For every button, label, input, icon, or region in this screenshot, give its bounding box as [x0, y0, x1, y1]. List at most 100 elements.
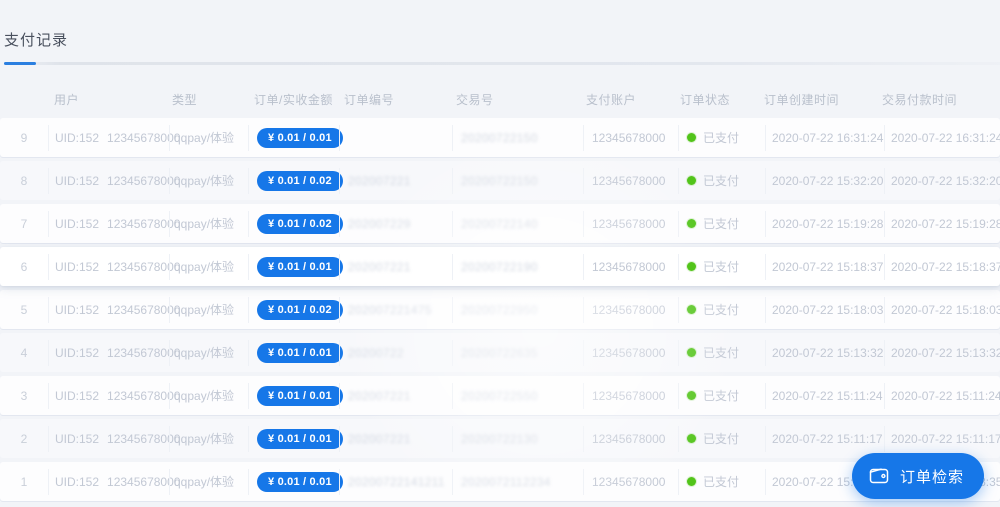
- cell-paid-at: 2020-07-22 15:18:03: [891, 302, 1000, 317]
- row-index: 5: [20, 302, 28, 317]
- table-row[interactable]: 5 UID:152 12345678000 qqpay/体验 ¥ 0.01 / 0.02…: [0, 290, 1000, 329]
- cell-user: UID:152 12345678000: [49, 346, 180, 360]
- table-row[interactable]: 8 UID:152 12345678000 qqpay/体验 ¥ 0.01 / 0.02…: [0, 161, 1000, 200]
- cell-type: qqpay/体验: [174, 432, 235, 446]
- cell-trade-no: 20200722635: [453, 346, 583, 360]
- status-dot: [687, 391, 696, 400]
- cell-amount: ¥ 0.01 / 0.01: [249, 471, 343, 492]
- amount-badge: ¥ 0.01 / 0.01: [257, 428, 343, 449]
- table-row[interactable]: 2 UID:152 12345678000 qqpay/体验 ¥ 0.01 / 0.01…: [0, 419, 1000, 458]
- cell-type: qqpay/体验: [174, 217, 235, 231]
- cell-type: qqpay/体验: [174, 260, 235, 274]
- trade-no-masked: 20200722140: [461, 216, 538, 231]
- cell-trade-no: 20200722950: [453, 303, 583, 317]
- cell-type: qqpay/体验: [174, 303, 235, 317]
- status-label: 已支付: [703, 475, 740, 489]
- column-header-created_at: 订单创建时间: [764, 92, 840, 107]
- cell-type: qqpay/体验: [174, 475, 235, 489]
- amount-badge: ¥ 0.01 / 0.01: [257, 127, 343, 148]
- table-row[interactable]: 3 UID:152 12345678000 qqpay/体验 ¥ 0.01 / 0.01…: [0, 376, 1000, 415]
- cell-amount: ¥ 0.01 / 0.01: [249, 342, 343, 363]
- status-label: 已支付: [703, 303, 740, 317]
- table-row[interactable]: 1 UID:152 12345678000 qqpay/体验 ¥ 0.01 / 0.01…: [0, 462, 1000, 501]
- cell-created-at: 2020-07-22 15:11:17: [772, 431, 883, 446]
- column-header-account: 支付账户: [586, 92, 637, 107]
- column-header-order_no: 订单编号: [344, 92, 395, 107]
- trade-no-masked: 2020072112234: [461, 474, 551, 489]
- cell-account: 12345678000: [592, 259, 666, 274]
- order-no-masked: 202007221: [348, 431, 411, 446]
- cell-trade-no: 20200722550: [453, 389, 583, 403]
- user-uid: UID:152: [55, 259, 100, 274]
- trade-no-masked: 20200722150: [461, 130, 538, 145]
- status-label: 已支付: [703, 346, 740, 360]
- cell-account: 12345678000: [592, 302, 666, 317]
- cell-account: 12345678000: [592, 388, 666, 403]
- row-index: 1: [20, 474, 28, 489]
- status-label: 已支付: [703, 174, 740, 188]
- cell-amount: ¥ 0.01 / 0.02: [249, 213, 343, 234]
- order-no-masked: 20200722: [348, 345, 404, 360]
- cell-status: 已支付: [679, 344, 765, 361]
- order-no-masked: 20200722141211: [348, 474, 445, 489]
- cell-type: qqpay/体验: [174, 131, 235, 145]
- trade-no-masked: 20200722550: [461, 388, 538, 403]
- cell-created-at: 2020-07-22 15:32:20: [772, 173, 884, 188]
- column-header-amount: 订单/实收金额: [254, 92, 333, 107]
- user-uid: UID:152: [55, 431, 100, 446]
- cell-created-at: 2020-07-22 15:18:03: [772, 302, 884, 317]
- order-no-masked: 202007229: [348, 216, 411, 231]
- status-dot: [687, 305, 696, 314]
- status-dot: [687, 348, 696, 357]
- cell-account: 12345678000: [592, 431, 666, 446]
- status-dot: [687, 133, 696, 142]
- row-index: 3: [20, 388, 28, 403]
- cell-created-at: 2020-07-22 16:31:24: [772, 130, 884, 145]
- cell-status: 已支付: [679, 301, 765, 318]
- cell-status: 已支付: [679, 473, 765, 490]
- cell-account: 12345678000: [592, 474, 666, 489]
- table-row[interactable]: 7 UID:152 12345678000 qqpay/体验 ¥ 0.01 / 0.02…: [0, 204, 1000, 243]
- cell-order-no: 202007221: [340, 389, 452, 403]
- column-header-type: 类型: [172, 92, 198, 107]
- trade-no-masked: 20200722150: [461, 173, 538, 188]
- cell-user: UID:152 12345678000: [49, 431, 180, 446]
- user-uid: UID:152: [55, 474, 100, 489]
- cell-divider: [339, 124, 340, 151]
- cell-amount: ¥ 0.01 / 0.01: [249, 256, 343, 277]
- row-index: 4: [20, 345, 28, 360]
- order-search-label: 订单检索: [899, 468, 964, 486]
- table-row[interactable]: 6 UID:152 12345678000 qqpay/体验 ¥ 0.01 / 0.01…: [0, 247, 1000, 286]
- cell-amount: ¥ 0.01 / 0.01: [249, 385, 343, 406]
- cell-order-no: 202007229: [340, 217, 452, 231]
- cell-amount: ¥ 0.01 / 0.02: [249, 299, 343, 320]
- order-no-masked: 202007221: [348, 388, 411, 403]
- column-header-trade_no: 交易号: [456, 92, 494, 107]
- cell-user: UID:152 12345678000: [49, 217, 180, 231]
- cell-status: 已支付: [679, 129, 765, 146]
- cell-trade-no: 20200722140: [453, 217, 583, 231]
- user-uid: UID:152: [55, 388, 100, 403]
- cell-type: qqpay/体验: [174, 174, 235, 188]
- row-index: 8: [20, 173, 28, 188]
- wallet-icon: [868, 466, 890, 486]
- table-row[interactable]: 4 UID:152 12345678000 qqpay/体验 ¥ 0.01 / 0.01…: [0, 333, 1000, 372]
- cell-paid-at: 2020-07-22 15:19:28: [891, 216, 1000, 231]
- cell-created-at: 2020-07-22 15:11:24: [772, 388, 883, 403]
- table-row[interactable]: 9 UID:152 12345678000 qqpay/体验 ¥ 0.01 / 0.01…: [0, 118, 1000, 157]
- trade-no-masked: 20200722190: [461, 259, 538, 274]
- cell-trade-no: 20200722150: [453, 174, 583, 188]
- cell-status: 已支付: [679, 172, 765, 189]
- page-title: 支付记录: [4, 32, 69, 49]
- cell-created-at: 2020-07-22 15:18:37: [772, 259, 884, 274]
- cell-trade-no: 20200722130: [453, 432, 583, 446]
- cell-type: qqpay/体验: [174, 346, 235, 360]
- cell-status: 已支付: [679, 258, 765, 275]
- amount-badge: ¥ 0.01 / 0.01: [257, 471, 343, 492]
- status-label: 已支付: [703, 217, 740, 231]
- order-no-masked: 202007221475: [348, 302, 432, 317]
- cell-paid-at: 2020-07-22 15:32:20: [891, 173, 1000, 188]
- order-search-fab[interactable]: 订单检索: [851, 453, 984, 499]
- cell-paid-at: 2020-07-22 16:31:24: [891, 130, 1000, 145]
- user-uid: UID:152: [55, 302, 100, 317]
